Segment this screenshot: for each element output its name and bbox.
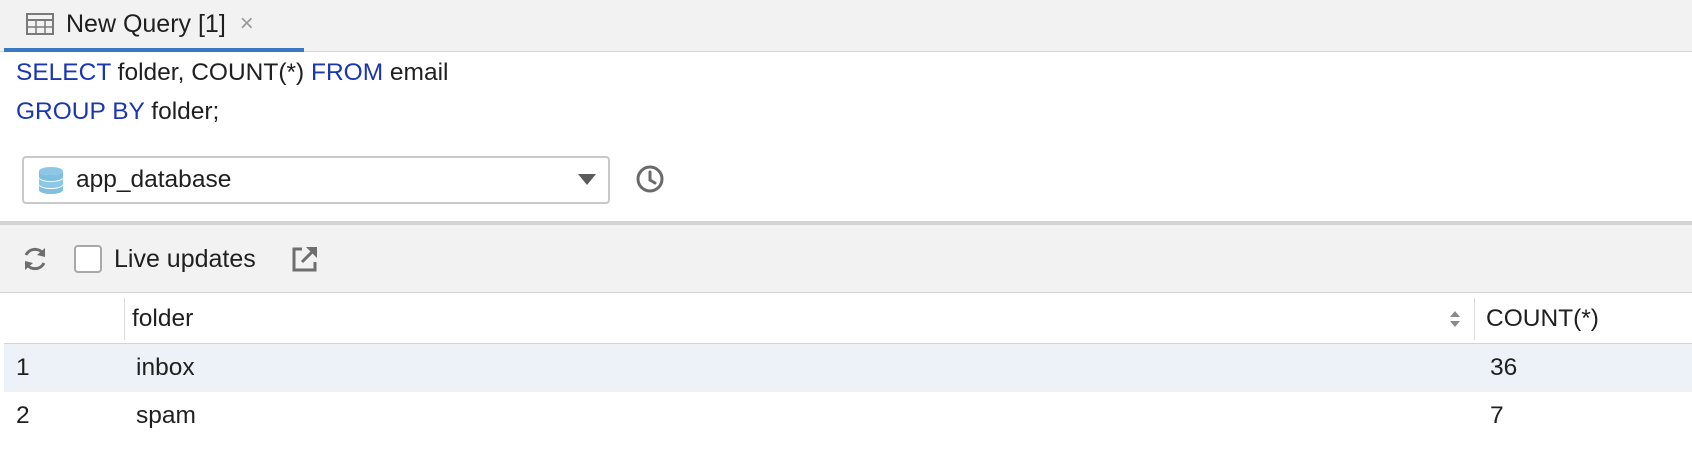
- tab-label: New Query [1]: [66, 9, 226, 38]
- database-select[interactable]: app_database: [22, 156, 610, 204]
- table-row[interactable]: 1 inbox 36: [4, 344, 1692, 392]
- live-updates-label: Live updates: [114, 245, 256, 273]
- code-line-2: GROUP BY folder;: [16, 98, 219, 126]
- keyword-group-by: GROUP BY: [16, 98, 145, 125]
- grid-header: folder COUNT(*): [4, 294, 1692, 344]
- code-text: folder;: [144, 98, 220, 125]
- row-index: 1: [16, 354, 30, 381]
- table-icon: [26, 13, 54, 35]
- table-row[interactable]: 2 spam 7: [4, 392, 1692, 440]
- row-index: 2: [16, 402, 30, 429]
- column-separator[interactable]: [124, 298, 125, 340]
- live-updates-checkbox[interactable]: [74, 245, 102, 273]
- tab-new-query[interactable]: New Query [1] ×: [4, 0, 304, 52]
- code-line-1: SELECT folder, COUNT(*) FROM email: [16, 59, 448, 87]
- chevron-down-icon[interactable]: [578, 174, 596, 185]
- cell-folder[interactable]: spam: [136, 392, 196, 440]
- sql-editor[interactable]: SELECT folder, COUNT(*) FROM email GROUP…: [0, 53, 1692, 221]
- close-icon[interactable]: ×: [240, 12, 254, 36]
- keyword-from: FROM: [311, 59, 384, 86]
- cell-count[interactable]: 36: [1490, 344, 1517, 392]
- code-text: folder, COUNT(*): [110, 59, 311, 86]
- results-grid: folder COUNT(*) 1 inbox 36 2 spam 7: [4, 294, 1692, 440]
- column-header-folder[interactable]: folder: [132, 294, 193, 344]
- cell-count[interactable]: 7: [1490, 392, 1504, 440]
- database-select-value: app_database: [76, 166, 232, 193]
- code-text: email: [383, 59, 449, 86]
- keyword-select: SELECT: [16, 59, 111, 86]
- export-icon[interactable]: [290, 244, 320, 274]
- tab-bar: New Query [1] ×: [0, 0, 1692, 52]
- sort-icon[interactable]: [1448, 308, 1462, 330]
- cell-folder[interactable]: inbox: [136, 344, 195, 392]
- column-header-count[interactable]: COUNT(*): [1486, 294, 1599, 344]
- results-toolbar: Live updates: [0, 225, 1692, 293]
- column-separator[interactable]: [1474, 298, 1475, 340]
- refresh-icon[interactable]: [20, 244, 50, 274]
- database-icon: [39, 167, 63, 194]
- history-icon[interactable]: [634, 163, 666, 195]
